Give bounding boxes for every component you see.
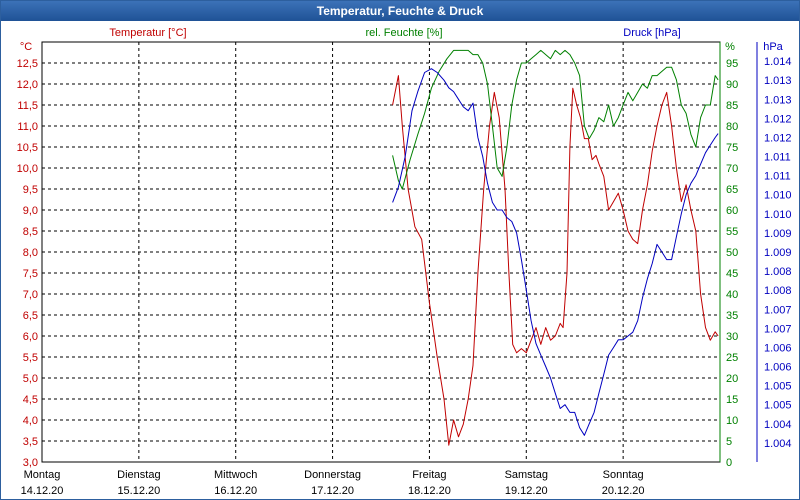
- grid: [41, 41, 721, 463]
- pressure-tick-label: 1.009: [764, 247, 792, 259]
- humidity-tick-label: 60: [726, 205, 738, 217]
- axes: 3,0 3,5 4,0 4,5 5,0 5,5 6,0 6,5 7,0 7,5 8,0 8,5 9,0 9…: [17, 42, 792, 497]
- pressure-tick-label: 1.008: [764, 266, 792, 278]
- pressure-tick-label: 1.012: [764, 132, 792, 144]
- pressure-tick-label: 1.006: [764, 362, 792, 374]
- humidity-tick-label: 95: [726, 58, 738, 70]
- temperature-tick-label: 7,5: [23, 268, 38, 280]
- humidity-tick-label: 25: [726, 352, 738, 364]
- humidity-tick-label: 85: [726, 100, 738, 112]
- x-date-label: 19.12.20: [505, 485, 548, 497]
- x-date-label: 20.12.20: [602, 485, 645, 497]
- humidity-tick-label: 10: [726, 415, 738, 427]
- humidity-tick-label: 40: [726, 289, 738, 301]
- pressure-tick-label: 1.007: [764, 323, 792, 335]
- pressure-tick-label: 1.011: [764, 171, 791, 183]
- temperature-tick-label: 10,0: [17, 163, 38, 175]
- x-date-label: 17.12.20: [311, 485, 354, 497]
- temperature-tick-label: 4,0: [23, 415, 38, 427]
- x-date-label: 16.12.20: [214, 485, 257, 497]
- x-date-label: 18.12.20: [408, 485, 451, 497]
- legend-temperature: Temperatur [°C]: [109, 27, 186, 39]
- x-weekday-label: Dienstag: [117, 469, 160, 481]
- temperature-tick-label: 11,0: [17, 121, 38, 133]
- x-weekday-label: Freitag: [412, 469, 446, 481]
- temperature-tick-label: 9,0: [23, 205, 38, 217]
- x-date-label: 14.12.20: [21, 485, 64, 497]
- temperature-tick-label: 12,5: [17, 58, 38, 70]
- unit-temperature: °C: [20, 41, 32, 53]
- x-weekday-label: Mittwoch: [214, 469, 257, 481]
- temperature-tick-label: 12,0: [17, 79, 38, 91]
- pressure-tick-label: 1.006: [764, 342, 792, 354]
- temperature-tick-label: 8,0: [23, 247, 38, 259]
- humidity-tick-label: 75: [726, 142, 738, 154]
- pressure-tick-label: 1.013: [764, 94, 792, 106]
- temperature-tick-label: 9,5: [23, 184, 38, 196]
- x-weekday-label: Samstag: [505, 469, 548, 481]
- humidity-tick-label: 0: [726, 457, 732, 469]
- temperature-tick-label: 3,5: [23, 436, 38, 448]
- temperature-tick-label: 5,5: [23, 352, 38, 364]
- temperature-tick-label: 11,5: [17, 100, 38, 112]
- pressure-tick-label: 1.013: [764, 75, 792, 87]
- humidity-tick-label: 35: [726, 310, 738, 322]
- series: [392, 49, 719, 446]
- pressure-tick-label: 1.011: [764, 152, 791, 164]
- pressure-tick-label: 1.010: [764, 190, 792, 202]
- temperature-tick-label: 7,0: [23, 289, 38, 301]
- x-date-label: 15.12.20: [117, 485, 160, 497]
- series-line-humidity: [392, 49, 719, 190]
- temperature-tick-label: 8,5: [23, 226, 38, 238]
- humidity-tick-label: 55: [726, 226, 738, 238]
- pressure-tick-label: 1.004: [764, 419, 792, 431]
- series-line-temperature: [392, 75, 719, 446]
- pressure-tick-label: 1.010: [764, 209, 792, 221]
- unit-humidity: %: [725, 41, 735, 53]
- humidity-tick-label: 15: [726, 394, 738, 406]
- x-weekday-label: Sonntag: [603, 469, 644, 481]
- temperature-tick-label: 5,0: [23, 373, 38, 385]
- x-weekday-label: Donnerstag: [304, 469, 361, 481]
- pressure-tick-label: 1.007: [764, 304, 792, 316]
- legend-pressure: Druck [hPa]: [623, 27, 680, 39]
- temperature-tick-label: 3,0: [23, 457, 38, 469]
- humidity-tick-label: 65: [726, 184, 738, 196]
- humidity-tick-label: 80: [726, 121, 738, 133]
- temperature-tick-label: 10,5: [17, 142, 38, 154]
- pressure-tick-label: 1.009: [764, 228, 792, 240]
- pressure-tick-label: 1.012: [764, 113, 792, 125]
- pressure-tick-label: 1.014: [764, 56, 792, 68]
- temperature-tick-label: 6,5: [23, 310, 38, 322]
- unit-pressure: hPa: [763, 41, 783, 53]
- pressure-tick-label: 1.005: [764, 400, 792, 412]
- x-weekday-label: Montag: [24, 469, 61, 481]
- humidity-tick-label: 30: [726, 331, 738, 343]
- humidity-tick-label: 90: [726, 79, 738, 91]
- humidity-tick-label: 20: [726, 373, 738, 385]
- chart-canvas: 3,0 3,5 4,0 4,5 5,0 5,5 6,0 6,5 7,0 7,5 8,0 8,5 9,0 9…: [17, 27, 792, 497]
- humidity-tick-label: 45: [726, 268, 738, 280]
- pressure-tick-label: 1.008: [764, 285, 792, 297]
- temperature-tick-label: 4,5: [23, 394, 38, 406]
- temperature-tick-label: 6,0: [23, 331, 38, 343]
- legend-humidity: rel. Feuchte [%]: [365, 27, 442, 39]
- humidity-tick-label: 5: [726, 436, 732, 448]
- humidity-tick-label: 70: [726, 163, 738, 175]
- pressure-tick-label: 1.004: [764, 438, 792, 450]
- humidity-tick-label: 50: [726, 247, 738, 259]
- pressure-tick-label: 1.005: [764, 381, 792, 393]
